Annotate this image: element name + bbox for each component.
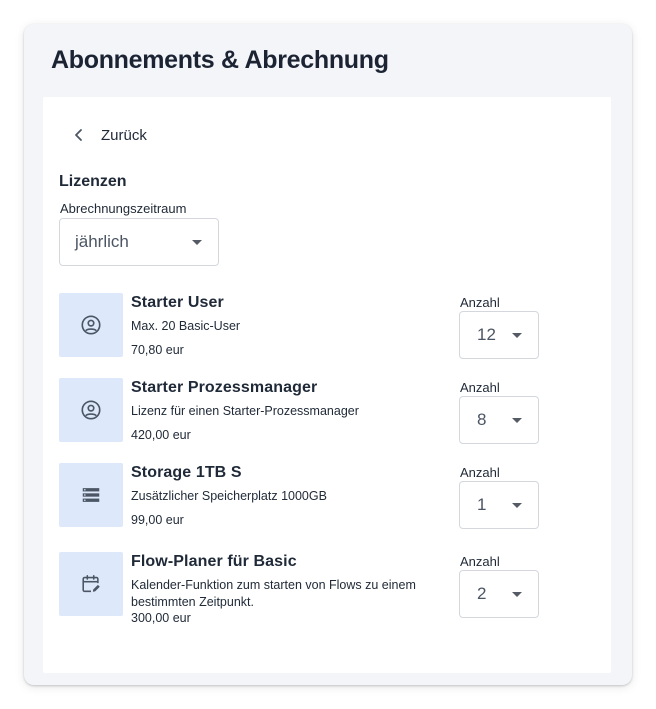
license-description: Max. 20 Basic-User (131, 319, 241, 333)
license-description: Kalender-Funktion zum starten von Flows … (131, 578, 416, 609)
storage-icon (82, 488, 100, 502)
license-icon-tile (59, 378, 123, 442)
license-price: 99,00 eur (131, 513, 184, 527)
subscription-card: Abonnements & Abrechnung Zurück Lizenzen… (24, 24, 632, 685)
quantity-label: Anzahl (460, 554, 500, 569)
license-name: Storage 1TB S (131, 464, 242, 481)
caret-down-icon (512, 592, 522, 597)
license-item: Starter User Max. 20 Basic-User 70,80 eu… (59, 293, 579, 359)
quantity-select[interactable]: 8 (459, 396, 539, 444)
license-price: 70,80 eur (131, 343, 184, 357)
license-name: Starter Prozessmanager (131, 379, 318, 396)
chevron-left-icon (75, 129, 82, 141)
quantity-label: Anzahl (460, 295, 500, 310)
back-label: Zurück (101, 126, 147, 144)
license-item: Flow-Planer für Basic Kalender-Funktion … (59, 552, 579, 632)
license-description: Zusätzlicher Speicherplatz 1000GB (131, 489, 327, 503)
back-button[interactable]: Zurück (73, 125, 147, 145)
quantity-label: Anzahl (460, 380, 500, 395)
license-name: Flow-Planer für Basic (131, 553, 297, 570)
section-title: Lizenzen (59, 173, 127, 190)
license-price: 420,00 eur (131, 428, 191, 442)
billing-period-value: jährlich (75, 232, 129, 251)
license-icon-tile (59, 552, 123, 616)
caret-down-icon (512, 503, 522, 508)
license-icon-tile (59, 293, 123, 357)
account-circle-icon (81, 315, 101, 335)
caret-down-icon (512, 418, 522, 423)
quantity-label: Anzahl (460, 465, 500, 480)
quantity-value: 12 (477, 325, 496, 344)
quantity-select[interactable]: 1 (459, 481, 539, 529)
caret-down-icon (512, 333, 522, 338)
account-circle-icon (81, 400, 101, 420)
quantity-value: 8 (477, 410, 487, 429)
quantity-select[interactable]: 2 (459, 570, 539, 618)
quantity-value: 1 (477, 495, 487, 514)
license-price: 300,00 eur (131, 611, 191, 625)
licenses-panel: Zurück Lizenzen Abrechnungszeitraum jähr… (43, 97, 611, 673)
license-item: Starter Prozessmanager Lizenz für einen … (59, 378, 579, 444)
license-name: Starter User (131, 294, 224, 311)
billing-period-label: Abrechnungszeitraum (60, 201, 187, 216)
quantity-select[interactable]: 12 (459, 311, 539, 359)
calendar-edit-icon (82, 574, 100, 593)
billing-period-select[interactable]: jährlich (59, 218, 219, 266)
license-item: Storage 1TB S Zusätzlicher Speicherplatz… (59, 463, 579, 529)
page-title: Abonnements & Abrechnung (51, 46, 389, 74)
license-description: Lizenz für einen Starter-Prozessmanager (131, 404, 359, 418)
caret-down-icon (192, 240, 202, 245)
quantity-value: 2 (477, 584, 487, 603)
license-icon-tile (59, 463, 123, 527)
